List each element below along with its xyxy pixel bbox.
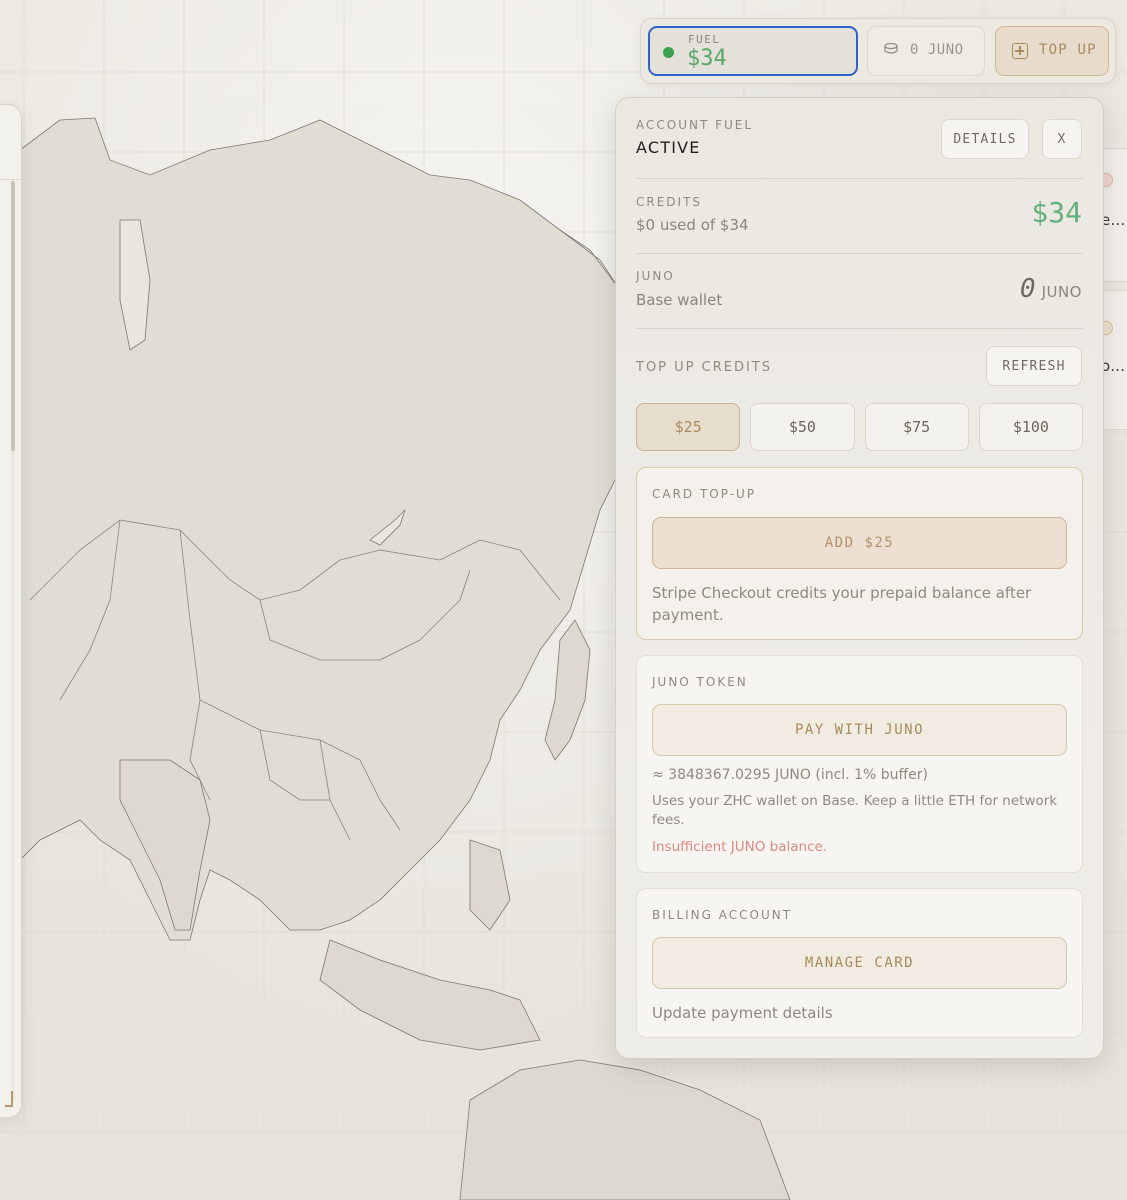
insufficient-balance-error: Insufficient JUNO balance.: [652, 839, 828, 855]
juno-estimate: ≈ 3848367.0295 JUNO (incl. 1% buffer): [652, 767, 928, 783]
pay-with-juno-button[interactable]: PAY WITH JUNO: [652, 704, 1067, 756]
fuel-button[interactable]: FUEL $34: [648, 26, 858, 76]
juno-token-note: Uses your ZHC wallet on Base. Keep a lit…: [652, 793, 1058, 828]
status-dot-icon: [663, 47, 674, 58]
juno-balance-text: 0 JUNO: [910, 42, 964, 58]
fuel-label: FUEL: [688, 33, 721, 46]
side-card-ellipsis: o…: [1101, 357, 1126, 375]
resize-corner-icon[interactable]: [5, 1091, 13, 1107]
top-up-label: TOP UP: [1039, 42, 1097, 58]
account-status: ACTIVE: [636, 138, 701, 157]
juno-label: JUNO: [636, 269, 675, 283]
billing-account-label: BILLING ACCOUNT: [652, 908, 793, 922]
manage-card-button[interactable]: MANAGE CARD: [652, 937, 1067, 989]
top-up-credits-label: TOP UP CREDITS: [636, 360, 772, 375]
card-topup-note: Stripe Checkout credits your prepaid bal…: [652, 584, 1032, 624]
juno-value: 0 JUNO: [1020, 274, 1082, 304]
side-card-ellipsis: e…: [1101, 211, 1126, 229]
amount-option-100[interactable]: $100: [978, 403, 1083, 451]
card-topup-label: CARD TOP-UP: [652, 487, 757, 501]
credits-usage: $0 used of $34: [636, 216, 749, 234]
left-panel-scrollbar-thumb[interactable]: [11, 181, 15, 451]
juno-balance-pill[interactable]: 0 JUNO: [867, 26, 985, 76]
close-button[interactable]: X: [1042, 119, 1082, 159]
top-up-button[interactable]: TOP UP: [995, 26, 1109, 76]
divider: [636, 178, 1083, 179]
credits-value: $34: [1031, 196, 1082, 229]
left-panel-divider: [0, 179, 21, 180]
billing-note: Update payment details: [652, 1004, 833, 1022]
fuel-value: $34: [687, 46, 727, 71]
refresh-button[interactable]: REFRESH: [986, 346, 1082, 386]
coin-stack-icon: [884, 43, 898, 54]
account-fuel-label: ACCOUNT FUEL: [636, 118, 754, 132]
juno-amount: 0: [1019, 274, 1036, 304]
account-fuel-panel: ACCOUNT FUEL ACTIVE DETAILS X CREDITS $0…: [615, 97, 1104, 1059]
amount-options: $25 $50 $75 $100: [636, 403, 1083, 451]
details-button[interactable]: DETAILS: [941, 119, 1029, 159]
plus-square-icon: [1012, 43, 1028, 59]
billing-account-section: BILLING ACCOUNT MANAGE CARD Update payme…: [636, 888, 1083, 1038]
divider: [636, 253, 1083, 254]
juno-token-section: JUNO TOKEN PAY WITH JUNO ≈ 3848367.0295 …: [636, 655, 1083, 873]
left-sidebar-panel[interactable]: [0, 104, 22, 1118]
juno-unit: JUNO: [1041, 283, 1082, 301]
top-status-bar: FUEL $34 0 JUNO TOP UP: [640, 18, 1116, 84]
add-credits-button[interactable]: ADD $25: [652, 517, 1067, 569]
juno-sub: Base wallet: [636, 291, 723, 309]
card-topup-section: CARD TOP-UP ADD $25 Stripe Checkout cred…: [636, 467, 1083, 640]
credits-label: CREDITS: [636, 195, 703, 209]
amount-option-25[interactable]: $25: [636, 403, 741, 451]
juno-token-label: JUNO TOKEN: [652, 675, 748, 689]
amount-option-75[interactable]: $75: [864, 403, 969, 451]
divider: [636, 328, 1083, 329]
amount-option-50[interactable]: $50: [750, 403, 855, 451]
